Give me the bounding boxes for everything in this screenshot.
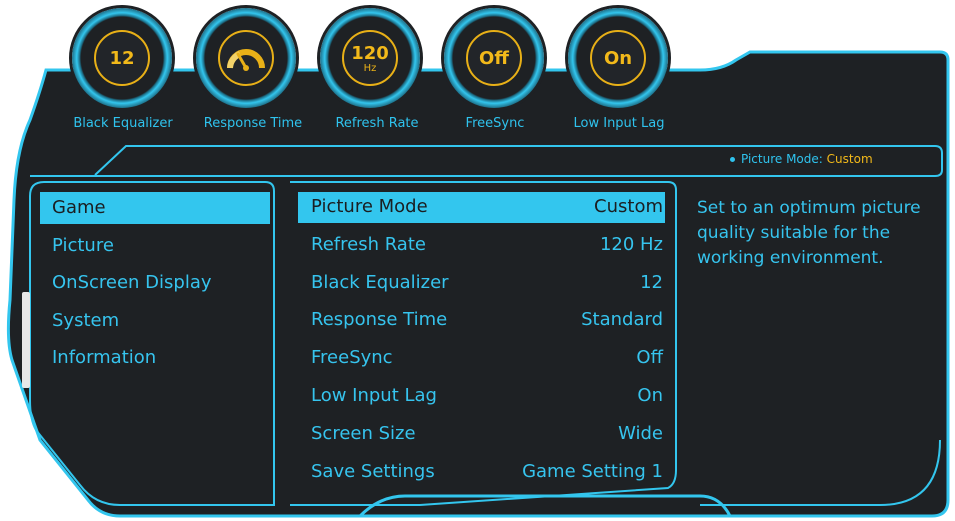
setting-value: 12: [640, 271, 663, 293]
setting-value: Standard: [581, 309, 663, 331]
picture-mode-status: Picture Mode: Custom: [730, 152, 873, 166]
picture-mode-label: Picture Mode:: [741, 152, 823, 166]
menu-item-system[interactable]: System: [40, 305, 270, 343]
setting-label: Save Settings: [311, 460, 435, 482]
setting-label: Refresh Rate: [311, 233, 426, 255]
setting-label: Low Input Lag: [311, 384, 437, 406]
menu-item-picture[interactable]: Picture: [40, 230, 270, 268]
setting-row-screen-size[interactable]: Screen Size Wide: [298, 419, 665, 457]
setting-description: Set to an optimum picture quality suitab…: [697, 198, 921, 268]
gauge-response-time: [196, 8, 296, 108]
gauge-freesync: Off: [444, 8, 544, 108]
menu-item-onscreen-display[interactable]: OnScreen Display: [40, 267, 270, 305]
menu-item-information[interactable]: Information: [40, 342, 270, 380]
gauge-refresh-rate: 120 Hz: [320, 8, 420, 108]
gauge-value: 12: [109, 47, 135, 69]
side-handle[interactable]: [22, 292, 30, 388]
gauge-label-refresh-rate: Refresh Rate: [335, 116, 419, 131]
setting-label: Picture Mode: [311, 196, 428, 217]
setting-label: Screen Size: [311, 422, 416, 444]
setting-row-refresh-rate[interactable]: Refresh Rate 120 Hz: [298, 230, 665, 268]
setting-label: Black Equalizer: [311, 271, 449, 293]
gauge-unit: Hz: [363, 62, 377, 74]
gauge-value: Off: [479, 47, 509, 69]
gauge-value-display: On: [590, 30, 646, 86]
setting-value: Custom: [594, 196, 663, 217]
setting-value: Off: [636, 347, 663, 369]
gauge-value-display: 12: [94, 30, 150, 86]
gauge-black-equalizer: 12: [72, 8, 172, 108]
setting-row-save-settings[interactable]: Save Settings Game Setting 1: [298, 457, 665, 495]
menu-item-game[interactable]: Game: [40, 192, 270, 224]
gauge-label-freesync: FreeSync: [465, 116, 525, 131]
gauge-value: On: [603, 47, 633, 69]
setting-value: Wide: [618, 422, 663, 444]
setting-row-low-input-lag[interactable]: Low Input Lag On: [298, 381, 665, 419]
gauge-low-input-lag: On: [568, 8, 668, 108]
picture-mode-value: Custom: [826, 152, 873, 166]
gauge-label-low-input-lag: Low Input Lag: [573, 116, 665, 131]
gauge-label-black-equalizer: Black Equalizer: [73, 116, 173, 131]
game-settings-list: Picture Mode Custom Refresh Rate 120 Hz …: [298, 192, 665, 494]
setting-row-freesync[interactable]: FreeSync Off: [298, 343, 665, 381]
setting-label: FreeSync: [311, 347, 393, 369]
setting-row-response-time[interactable]: Response Time Standard: [298, 305, 665, 343]
gauge-label-response-time: Response Time: [203, 116, 303, 131]
setting-row-picture-mode[interactable]: Picture Mode Custom: [298, 192, 665, 223]
bullet-icon: [730, 157, 735, 162]
setting-value: Game Setting 1: [522, 460, 663, 482]
setting-row-black-equalizer[interactable]: Black Equalizer 12: [298, 268, 665, 306]
speedometer-icon: [227, 49, 265, 71]
gauge-value-display: Off: [466, 30, 522, 86]
gauge-value-display: 120 Hz: [342, 30, 398, 86]
gauge-value: 120: [351, 42, 389, 64]
setting-label: Response Time: [311, 309, 448, 331]
gauge-value-display: [218, 30, 274, 86]
setting-value: 120 Hz: [599, 233, 663, 255]
setting-value: On: [637, 384, 663, 406]
main-menu: Game Picture OnScreen Display System Inf…: [40, 192, 270, 380]
